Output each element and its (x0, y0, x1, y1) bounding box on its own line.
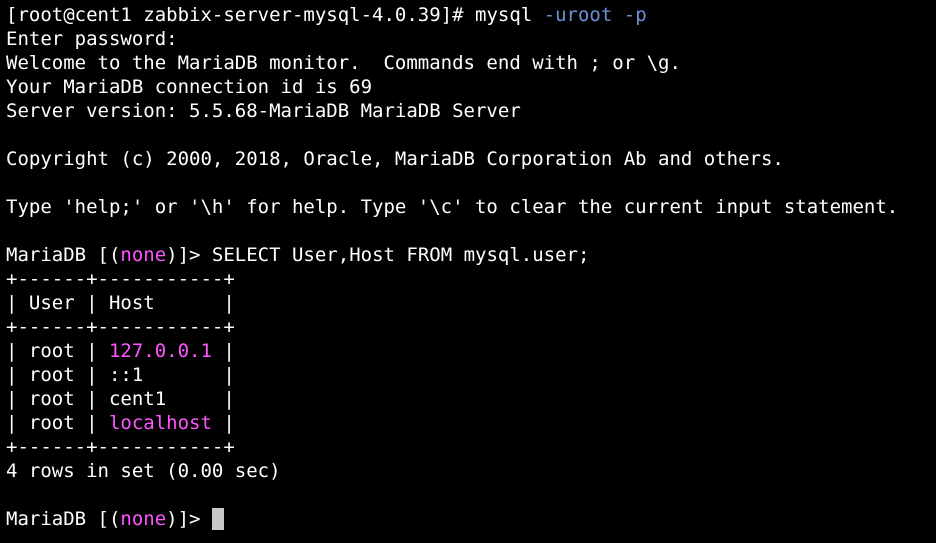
command-name: mysql (475, 4, 533, 26)
server-version-line: Server version: 5.5.68-MariaDB MariaDB S… (6, 100, 521, 122)
cell-padding (212, 340, 223, 362)
cell-user: root (28, 340, 75, 362)
table-border-bottom: +------+-----------+ (6, 436, 235, 458)
table-cell-separator: | (154, 292, 235, 314)
welcome-line: Welcome to the MariaDB monitor. Commands… (6, 52, 681, 74)
shell-command-line: [root@cent1 zabbix-server-mysql-4.0.39]#… (6, 3, 647, 27)
command-arg-password: -p (623, 4, 647, 26)
mariadb-query-line: MariaDB [(none)]> SELECT User,Host FROM … (6, 243, 589, 267)
table-header-row: | User | Host | (6, 291, 235, 315)
mariadb-input-line[interactable]: MariaDB [(none)]> (6, 507, 224, 531)
table-cell-separator: | (223, 340, 235, 362)
table-cell-separator: | (74, 388, 109, 410)
current-database: none (120, 244, 167, 266)
command-arg-user: -uroot (543, 4, 613, 26)
cell-padding (212, 412, 223, 434)
table-cell-separator: | (6, 364, 29, 386)
current-database: none (120, 508, 167, 530)
cell-padding (166, 388, 223, 410)
terminal-window[interactable]: [root@cent1 zabbix-server-mysql-4.0.39]#… (0, 0, 936, 543)
table-border-mid: +------+-----------+ (6, 316, 235, 338)
mariadb-prompt-suffix: )]> (166, 244, 212, 266)
cell-host: ::1 (108, 364, 144, 386)
table-cell-separator: | (6, 388, 29, 410)
cell-user: root (28, 388, 75, 410)
rows-summary: 4 rows in set (0.00 sec) (6, 460, 281, 482)
table-row: | root | 127.0.0.1 | (6, 339, 235, 363)
cell-padding (143, 364, 223, 386)
table-cell-separator: | (74, 364, 109, 386)
column-header-host: Host (108, 292, 155, 314)
sql-query: SELECT User,Host FROM mysql.user; (211, 244, 590, 266)
enter-password-line: Enter password: (6, 28, 178, 50)
table-border-top: +------+-----------+ (6, 268, 235, 290)
table-cell-separator: | (6, 412, 29, 434)
mariadb-prompt-prefix: MariaDB [( (6, 244, 121, 266)
table-row: | root | localhost | (6, 411, 235, 435)
column-header-user: User (28, 292, 75, 314)
cell-host: 127.0.0.1 (108, 340, 212, 362)
cell-user: root (28, 412, 75, 434)
connection-id-line: Your MariaDB connection id is 69 (6, 76, 373, 98)
table-row: | root | ::1 | (6, 363, 235, 387)
help-line: Type 'help;' or '\h' for help. Type '\c'… (6, 196, 899, 218)
cell-user: root (28, 364, 75, 386)
table-cell-separator: | (6, 292, 29, 314)
table-cell-separator: | (223, 388, 235, 410)
table-cell-separator: | (74, 292, 109, 314)
copyright-line: Copyright (c) 2000, 2018, Oracle, MariaD… (6, 148, 784, 170)
table-cell-separator: | (223, 412, 235, 434)
table-cell-separator: | (74, 412, 109, 434)
cell-host: cent1 (108, 388, 167, 410)
mariadb-prompt-prefix: MariaDB [( (6, 508, 121, 530)
mariadb-prompt-suffix: )]> (166, 508, 212, 530)
shell-prompt: [root@cent1 zabbix-server-mysql-4.0.39]# (6, 4, 475, 26)
table-row: | root | cent1 | (6, 387, 235, 411)
table-cell-separator: | (74, 340, 109, 362)
table-cell-separator: | (223, 364, 235, 386)
cell-host: localhost (108, 412, 212, 434)
text-cursor (211, 508, 224, 530)
table-cell-separator: | (6, 340, 29, 362)
